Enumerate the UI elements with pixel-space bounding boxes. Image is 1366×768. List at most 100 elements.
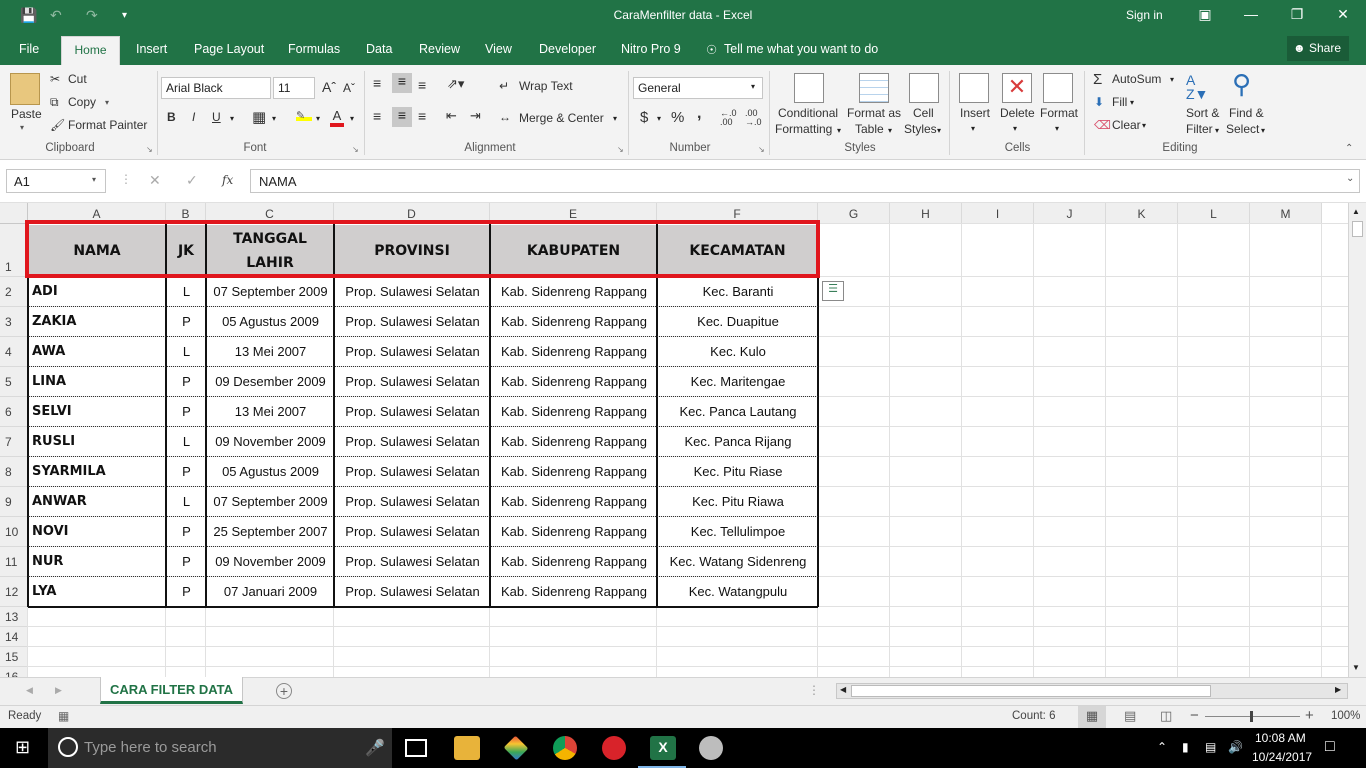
fill-color-dropdown-icon[interactable]: ▾ xyxy=(316,114,320,123)
table-cell[interactable]: 09 November 2009 xyxy=(207,547,334,576)
table-cell[interactable]: Prop. Sulawesi Selatan xyxy=(335,517,490,546)
font-launcher-icon[interactable]: ↘ xyxy=(352,145,359,154)
next-sheet-icon[interactable]: ▶ xyxy=(55,685,62,696)
table-cell[interactable]: Kec. Kulo xyxy=(658,337,818,366)
file-explorer-icon[interactable] xyxy=(454,736,480,760)
format-dropdown-icon[interactable]: ▾ xyxy=(1055,124,1059,133)
font-name-select[interactable]: Arial Black xyxy=(161,77,271,99)
table-cell[interactable]: P xyxy=(167,577,206,606)
ribbon-display-icon[interactable]: ▣ xyxy=(1190,6,1220,23)
table-cell[interactable]: L xyxy=(167,277,206,306)
column-header-k[interactable]: K xyxy=(1106,203,1178,224)
alignment-launcher-icon[interactable]: ↘ xyxy=(617,145,624,154)
table-cell[interactable]: 09 Desember 2009 xyxy=(207,367,334,396)
cell-styles-button[interactable]: Cell xyxy=(913,106,934,120)
font-color-dropdown-icon[interactable]: ▾ xyxy=(350,114,354,123)
column-header-m[interactable]: M xyxy=(1250,203,1322,224)
insert-dropdown-icon[interactable]: ▾ xyxy=(971,124,975,133)
quick-analysis-icon[interactable]: ☰ xyxy=(822,281,844,301)
bold-button[interactable]: B xyxy=(167,110,176,124)
table-cell[interactable]: Prop. Sulawesi Selatan xyxy=(335,307,490,336)
worksheet-grid[interactable]: ABCDEFGHIJKLM 1 2 3 4 5 6 7 8 9 10 11 12 13 14 15 16 NA… xyxy=(0,203,1348,677)
align-top-icon[interactable]: ≡ xyxy=(373,75,381,91)
vertical-scroll-thumb[interactable] xyxy=(1352,221,1363,237)
close-button[interactable]: ✕ xyxy=(1328,6,1358,23)
table-cell[interactable]: Prop. Sulawesi Selatan xyxy=(335,397,490,426)
row-header-11[interactable]: 11 xyxy=(0,547,28,577)
table-cell[interactable]: Prop. Sulawesi Selatan xyxy=(335,577,490,606)
table-cell[interactable]: 07 September 2009 xyxy=(207,487,334,516)
align-bottom-icon[interactable]: ≡ xyxy=(418,77,426,93)
borders-dropdown-icon[interactable]: ▾ xyxy=(272,114,276,123)
table-cell[interactable]: P xyxy=(167,367,206,396)
currency-button[interactable]: $ xyxy=(640,109,648,126)
delete-cells-button[interactable]: Delete xyxy=(1000,106,1035,120)
table-cell[interactable]: P xyxy=(167,547,206,576)
table-cell[interactable]: NUR xyxy=(29,547,166,576)
table-cell[interactable]: P xyxy=(167,457,206,486)
table-cell[interactable]: Kab. Sidenreng Rappang xyxy=(491,547,657,576)
table-cell[interactable]: Kec. Pitu Riawa xyxy=(658,487,818,516)
zoom-level[interactable]: 100% xyxy=(1331,710,1360,722)
clear-button[interactable]: Clear xyxy=(1112,118,1141,132)
table-cell[interactable]: Kec. Panca Lautang xyxy=(658,397,818,426)
row-header-13[interactable]: 13 xyxy=(0,607,28,627)
confirm-entry-icon[interactable]: ✓ xyxy=(186,172,198,189)
prev-sheet-icon[interactable]: ◀ xyxy=(26,685,33,696)
table-cell[interactable]: NOVI xyxy=(29,517,166,546)
column-header-j[interactable]: J xyxy=(1034,203,1106,224)
table-cell[interactable]: Kab. Sidenreng Rappang xyxy=(491,487,657,516)
table-cell[interactable]: Kec. Panca Rijang xyxy=(658,427,818,456)
cell-styles-dropdown-icon[interactable]: ▾ xyxy=(937,126,941,135)
table-cell[interactable]: AWA xyxy=(29,337,166,366)
align-center-icon[interactable]: ≡ xyxy=(392,107,412,127)
nitro-icon[interactable] xyxy=(602,736,626,760)
table-cell[interactable]: 09 November 2009 xyxy=(207,427,334,456)
new-sheet-button[interactable]: + xyxy=(276,683,292,699)
number-launcher-icon[interactable]: ↘ xyxy=(758,145,765,154)
borders-icon[interactable]: ▦ xyxy=(252,108,266,126)
format-as-table-button[interactable]: Format as xyxy=(847,106,901,120)
table-cell[interactable]: ANWAR xyxy=(29,487,166,516)
cortana-icon[interactable] xyxy=(58,737,78,757)
paint-icon[interactable] xyxy=(699,736,723,760)
table-cell[interactable]: SYARMILA xyxy=(29,457,166,486)
align-right-icon[interactable]: ≡ xyxy=(418,108,426,124)
cancel-entry-icon[interactable]: ✕ xyxy=(149,172,161,189)
row-header-16[interactable]: 16 xyxy=(0,667,28,677)
zoom-slider-thumb[interactable] xyxy=(1250,711,1253,722)
chrome-icon[interactable] xyxy=(553,736,577,760)
sort-dropdown-icon[interactable]: ▾ xyxy=(1215,126,1219,135)
tray-chevron-icon[interactable]: ⌃ xyxy=(1157,740,1167,754)
conditional-dropdown-icon[interactable]: ▾ xyxy=(837,126,841,135)
fill-button[interactable]: Fill xyxy=(1112,95,1127,109)
collapse-ribbon-icon[interactable]: ⌃ xyxy=(1345,143,1353,154)
number-format-dropdown-icon[interactable]: ▾ xyxy=(751,82,755,91)
row-header-10[interactable]: 10 xyxy=(0,517,28,547)
currency-dropdown-icon[interactable]: ▾ xyxy=(657,114,661,123)
sort-filter-button[interactable]: Sort & xyxy=(1186,106,1219,120)
expand-formula-icon[interactable]: ⌄ xyxy=(1346,173,1354,184)
copy-dropdown-icon[interactable]: ▾ xyxy=(105,98,109,107)
horizontal-scroll-thumb[interactable] xyxy=(851,685,1211,697)
table-cell[interactable]: Kab. Sidenreng Rappang xyxy=(491,397,657,426)
scroll-down-icon[interactable]: ▼ xyxy=(1352,663,1360,672)
format-painter-button[interactable]: Format Painter xyxy=(68,118,147,132)
cut-button[interactable]: Cut xyxy=(68,72,87,86)
orientation-icon[interactable]: ⇗▾ xyxy=(447,76,464,92)
fill-dropdown-icon[interactable]: ▾ xyxy=(1130,98,1134,107)
table-cell[interactable]: LYA xyxy=(29,577,166,606)
find-select-button[interactable]: Find & xyxy=(1229,106,1264,120)
table-cell[interactable]: RUSLI xyxy=(29,427,166,456)
tab-home[interactable]: Home xyxy=(61,36,120,65)
merge-center-button[interactable]: Merge & Center xyxy=(519,111,604,125)
table-cell[interactable]: Kec. Watangpulu xyxy=(658,577,818,606)
copy-button[interactable]: Copy xyxy=(68,95,96,109)
table-cell[interactable]: Prop. Sulawesi Selatan xyxy=(335,367,490,396)
macro-record-icon[interactable]: ▦ xyxy=(58,709,69,723)
table-cell[interactable]: Kec. Tellulimpoe xyxy=(658,517,818,546)
minimize-button[interactable]: — xyxy=(1236,6,1266,22)
table-cell[interactable]: Kab. Sidenreng Rappang xyxy=(491,427,657,456)
page-break-view-icon[interactable]: ◫ xyxy=(1160,708,1172,724)
clock-time[interactable]: 10:08 AM xyxy=(1255,731,1306,745)
